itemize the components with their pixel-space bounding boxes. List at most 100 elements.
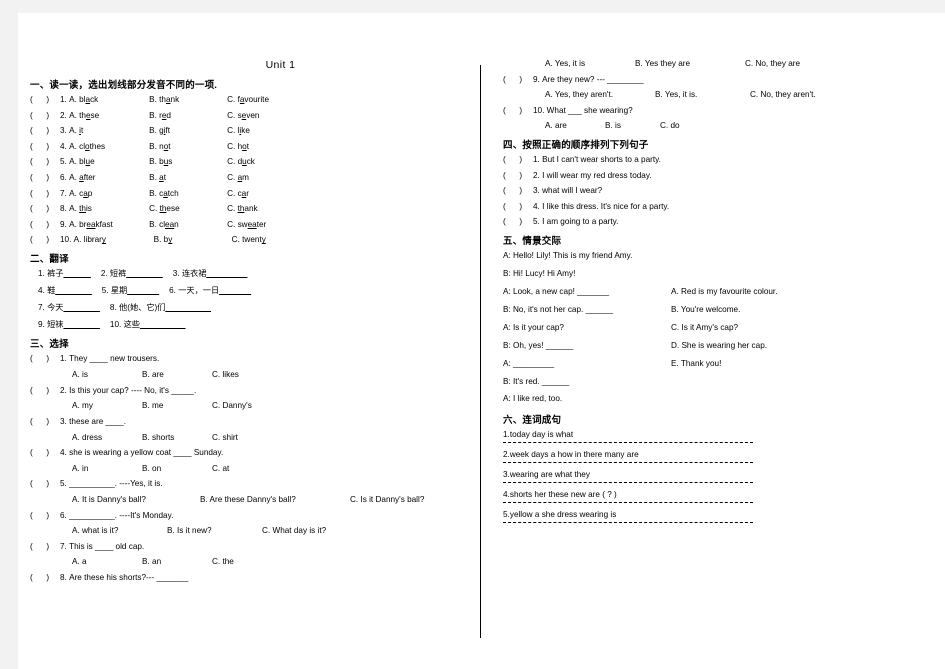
answer-writing-line[interactable] bbox=[503, 522, 753, 524]
answer-bracket[interactable]: ( ) bbox=[30, 189, 60, 198]
option-c[interactable]: C. No, they are bbox=[745, 59, 800, 68]
answer-bracket[interactable]: ( ) bbox=[503, 106, 533, 115]
translation-blank[interactable]: ________ bbox=[63, 320, 99, 330]
answer-bracket[interactable]: ( ) bbox=[503, 202, 533, 211]
option-b[interactable]: B. me bbox=[142, 401, 212, 410]
option-a[interactable]: A. clothes bbox=[69, 142, 149, 151]
option-b[interactable]: B. catch bbox=[149, 189, 227, 198]
answer-writing-line[interactable] bbox=[503, 462, 753, 464]
option-c[interactable]: C. favourite bbox=[227, 95, 269, 104]
option-a[interactable]: A. black bbox=[69, 95, 149, 104]
answer-bracket[interactable]: ( ) bbox=[30, 235, 60, 244]
option-c[interactable]: C. thank bbox=[227, 204, 258, 213]
answer-bracket[interactable]: ( ) bbox=[30, 157, 60, 166]
option-b[interactable]: B. an bbox=[142, 557, 212, 566]
translation-blank[interactable]: _________ bbox=[206, 269, 247, 279]
answer-writing-line[interactable] bbox=[503, 442, 753, 444]
translation-blank[interactable]: ________ bbox=[55, 286, 91, 296]
option-b[interactable]: B. red bbox=[149, 111, 227, 120]
option-a[interactable]: A. is bbox=[72, 370, 142, 379]
answer-bracket[interactable]: ( ) bbox=[30, 220, 60, 229]
option-b[interactable]: B. Yes, it is. bbox=[655, 90, 750, 99]
option-c[interactable]: C. What day is it? bbox=[262, 526, 326, 535]
option-b[interactable]: B. on bbox=[142, 464, 212, 473]
answer-bracket[interactable]: ( ) bbox=[30, 173, 60, 182]
option-a[interactable]: A. are bbox=[545, 121, 605, 130]
option-c[interactable]: C. likes bbox=[212, 370, 239, 379]
option-c[interactable]: C. do bbox=[660, 121, 680, 130]
option-a[interactable]: A. my bbox=[72, 401, 142, 410]
option-b[interactable]: B. shorts bbox=[142, 433, 212, 442]
option-b[interactable]: B. thank bbox=[149, 95, 227, 104]
answer-bracket[interactable]: ( ) bbox=[30, 95, 60, 104]
option-c[interactable]: C. Danny's bbox=[212, 401, 252, 410]
answer-bracket[interactable]: ( ) bbox=[30, 573, 60, 582]
answer-bracket[interactable]: ( ) bbox=[503, 155, 533, 164]
answer-writing-line[interactable] bbox=[503, 502, 753, 504]
answer-bracket[interactable]: ( ) bbox=[30, 111, 60, 120]
option-c[interactable]: C. No, they aren't. bbox=[750, 90, 816, 99]
option-c[interactable]: C. twenty bbox=[232, 235, 266, 244]
option-c[interactable]: C. sweater bbox=[227, 220, 266, 229]
option-b[interactable]: B. is bbox=[605, 121, 660, 130]
option-c[interactable]: C. Is it Danny's ball? bbox=[350, 495, 424, 504]
option-b[interactable]: B. clean bbox=[149, 220, 227, 229]
option-c[interactable]: C. like bbox=[227, 126, 250, 135]
translation-blank[interactable]: _______ bbox=[219, 286, 251, 296]
dialogue-choice[interactable]: A. Red is my favourite colour. bbox=[671, 287, 777, 296]
answer-bracket[interactable]: ( ) bbox=[503, 217, 533, 226]
option-a[interactable]: A. after bbox=[69, 173, 149, 182]
option-a[interactable]: A. Yes, it is bbox=[545, 59, 635, 68]
option-a[interactable]: A. dress bbox=[72, 433, 142, 442]
answer-bracket[interactable]: ( ) bbox=[30, 354, 60, 363]
answer-bracket[interactable]: ( ) bbox=[30, 386, 60, 395]
option-a[interactable]: A. these bbox=[69, 111, 149, 120]
answer-bracket[interactable]: ( ) bbox=[503, 75, 533, 84]
option-b[interactable]: B. gift bbox=[149, 126, 227, 135]
option-b[interactable]: B. by bbox=[154, 235, 232, 244]
option-b[interactable]: C. these bbox=[149, 204, 227, 213]
option-b[interactable]: B. bus bbox=[149, 157, 227, 166]
translation-blank[interactable]: ________ bbox=[63, 303, 99, 313]
option-a[interactable]: A. library bbox=[74, 235, 154, 244]
option-c[interactable]: C. at bbox=[212, 464, 229, 473]
translation-blank[interactable]: __________ bbox=[165, 303, 211, 313]
option-a[interactable]: A. It is Danny's ball? bbox=[72, 495, 200, 504]
option-b[interactable]: B. at bbox=[149, 173, 227, 182]
option-b[interactable]: B. Is it new? bbox=[167, 526, 262, 535]
dialogue-choice[interactable]: B. You're welcome. bbox=[671, 305, 740, 314]
option-b[interactable]: B. not bbox=[149, 142, 227, 151]
dialogue-choice[interactable]: E. Thank you! bbox=[671, 359, 721, 368]
option-a[interactable]: A. a bbox=[72, 557, 142, 566]
option-a[interactable]: A. in bbox=[72, 464, 142, 473]
option-a[interactable]: A. cap bbox=[69, 189, 149, 198]
option-c[interactable]: C. shirt bbox=[212, 433, 238, 442]
answer-writing-line[interactable] bbox=[503, 482, 753, 484]
option-c[interactable]: C. the bbox=[212, 557, 234, 566]
translation-blank[interactable]: __________ bbox=[140, 320, 186, 330]
answer-bracket[interactable]: ( ) bbox=[30, 204, 60, 213]
option-a[interactable]: A. breakfast bbox=[69, 220, 149, 229]
option-a[interactable]: A. Yes, they aren't. bbox=[545, 90, 655, 99]
option-c[interactable]: C. am bbox=[227, 173, 249, 182]
option-c[interactable]: C. car bbox=[227, 189, 249, 198]
answer-bracket[interactable]: ( ) bbox=[30, 417, 60, 426]
answer-bracket[interactable]: ( ) bbox=[30, 126, 60, 135]
option-c[interactable]: C. duck bbox=[227, 157, 255, 166]
translation-blank[interactable]: ______ bbox=[63, 269, 90, 279]
option-c[interactable]: C. hot bbox=[227, 142, 249, 151]
dialogue-choice[interactable]: C. Is it Amy's cap? bbox=[671, 323, 738, 332]
option-b[interactable]: B. are bbox=[142, 370, 212, 379]
translation-blank[interactable]: ________ bbox=[126, 269, 162, 279]
option-a[interactable]: A. what is it? bbox=[72, 526, 167, 535]
translation-blank[interactable]: _______ bbox=[127, 286, 159, 296]
answer-bracket[interactable]: ( ) bbox=[30, 542, 60, 551]
option-a[interactable]: A. it bbox=[69, 126, 149, 135]
answer-bracket[interactable]: ( ) bbox=[30, 142, 60, 151]
answer-bracket[interactable]: ( ) bbox=[30, 511, 60, 520]
option-a[interactable]: A. this bbox=[69, 204, 149, 213]
answer-bracket[interactable]: ( ) bbox=[30, 448, 60, 457]
option-c[interactable]: C. seven bbox=[227, 111, 259, 120]
dialogue-choice[interactable]: D. She is wearing her cap. bbox=[671, 341, 767, 350]
answer-bracket[interactable]: ( ) bbox=[503, 186, 533, 195]
